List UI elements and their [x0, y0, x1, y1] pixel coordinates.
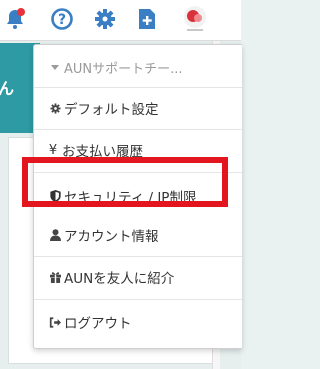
- dropdown-header-label: AUNサポートチー...: [64, 61, 183, 77]
- gift-icon: [48, 271, 62, 283]
- svg-text:?: ?: [58, 12, 66, 28]
- yen-icon: ¥: [48, 142, 58, 158]
- menu-item-label: アカウント情報: [64, 229, 159, 245]
- add-document-icon[interactable]: [135, 7, 159, 31]
- menu-item-label: AUNを友人に紹介: [64, 271, 175, 287]
- caret-down-icon: [48, 62, 62, 72]
- account-logo[interactable]: [181, 4, 209, 34]
- gear-icon: [48, 102, 62, 114]
- help-icon[interactable]: ?: [50, 7, 74, 31]
- dropdown-header[interactable]: AUNサポートチー...: [34, 47, 242, 87]
- menu-item-default-settings[interactable]: デフォルト設定: [34, 88, 242, 128]
- menu-item-label: ログアウト: [64, 316, 132, 332]
- teal-band-text: ん: [0, 79, 15, 98]
- menu-item-account-info[interactable]: アカウント情報: [34, 215, 242, 255]
- gear-icon[interactable]: [93, 7, 117, 31]
- menu-item-logout[interactable]: ログアウト: [34, 302, 242, 342]
- divider: [34, 299, 242, 300]
- sign-out-icon: [48, 316, 62, 328]
- bell-icon[interactable]: [3, 7, 27, 31]
- menu-item-label: デフォルト設定: [64, 102, 159, 118]
- highlight-annotation-box: [22, 157, 228, 207]
- top-toolbar: ?: [0, 0, 241, 41]
- menu-item-refer-friend[interactable]: AUNを友人に紹介: [34, 257, 242, 297]
- user-icon: [48, 229, 62, 241]
